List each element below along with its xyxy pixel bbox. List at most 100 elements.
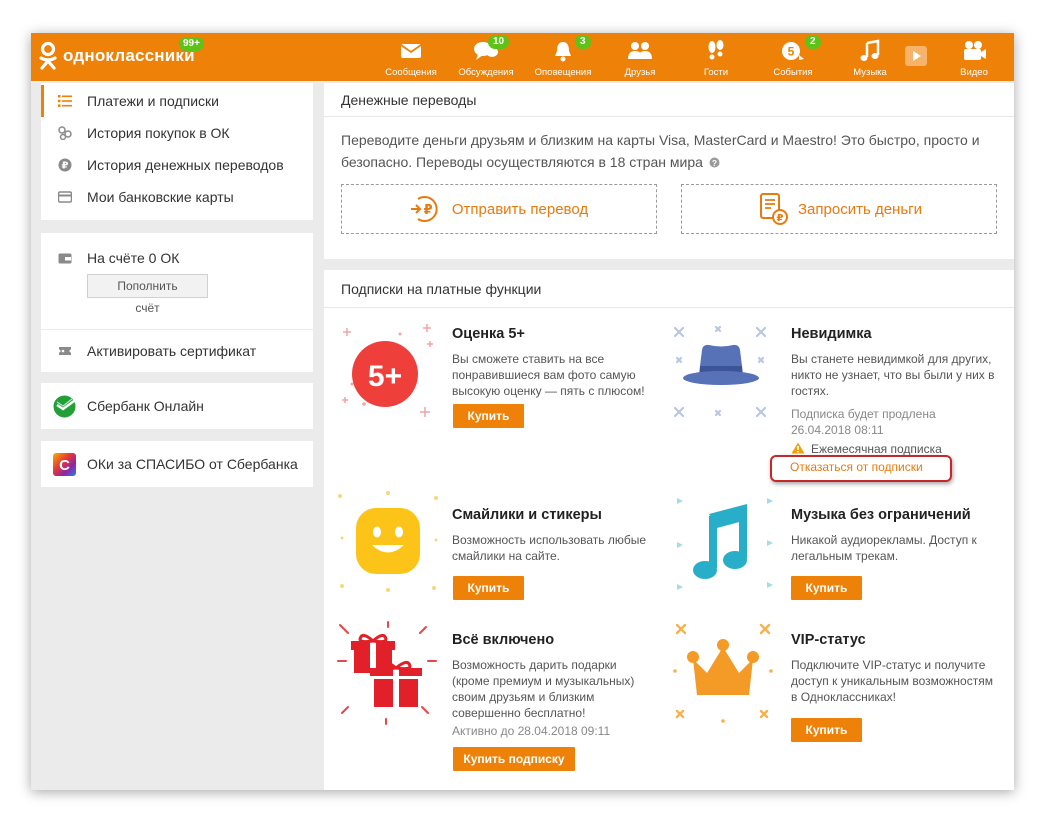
smiley-sticker-icon (336, 490, 440, 594)
nav-label: Видео (934, 67, 1014, 78)
subscriptions-title: Подписки на платные функции (324, 270, 1014, 308)
feature-smiles: Смайлики и стикеры Возможность использов… (324, 488, 669, 613)
sberbank-online[interactable]: Сбербанк Онлайн (41, 390, 313, 422)
notification-badge: 3 (575, 35, 591, 49)
logo[interactable]: одноклассники 99+ (37, 41, 195, 71)
music-note-icon (673, 490, 777, 594)
svg-text:₽: ₽ (423, 203, 432, 218)
svg-text:5: 5 (788, 45, 795, 59)
video-camera-icon (960, 39, 988, 63)
app-window: одноклассники 99+ Сообщения 10 Об (31, 33, 1014, 790)
crown-icon (671, 621, 775, 725)
active-until: Активно до 28.04.2018 09:11 (452, 723, 610, 739)
ruble-circle-icon: ₽ (58, 158, 72, 172)
events-icon: 5 (779, 39, 807, 63)
feature-title: Музыка без ограничений (791, 507, 971, 523)
send-transfer-button[interactable]: ₽ Отправить перевод (341, 184, 657, 234)
feature-all-inclusive: Всё включено Возможность дарить подарки … (324, 613, 669, 790)
sidebar-item-label: Активировать сертификат (87, 343, 256, 359)
request-money-button[interactable]: ₽ Запросить деньги (681, 184, 997, 234)
buy-vip-button[interactable]: Купить (791, 718, 862, 742)
buy-music-button[interactable]: Купить (791, 576, 862, 600)
svg-text:₽: ₽ (777, 213, 784, 224)
subscriptions-card: Подписки на платные функции 5+ Оценка 5+… (324, 270, 1014, 790)
five-plus-icon: 5+ (338, 322, 438, 422)
brand-badge: 99+ (179, 37, 204, 51)
nav-label: Сообщения (371, 67, 451, 78)
sidebar-item-label: История денежных переводов (87, 157, 284, 173)
warning-icon (791, 442, 805, 454)
video-play-icon[interactable] (903, 44, 929, 68)
sidebar-item-label: История покупок в ОК (87, 125, 230, 141)
feature-five-plus: 5+ Оценка 5+ Вы сможете ставить на все п… (324, 308, 669, 488)
topup-button[interactable]: Пополнить счёт (87, 274, 208, 298)
sidebar-item-transfer-history[interactable]: ₽ История денежных переводов (41, 149, 313, 181)
friends-icon (626, 39, 654, 63)
credit-card-icon (58, 190, 72, 204)
envelope-icon (397, 39, 425, 63)
feature-description: Возможность дарить подарки (кроме премиу… (452, 657, 652, 721)
nav-label: Друзья (600, 67, 680, 78)
svg-text:?: ? (712, 158, 717, 168)
nav-messages[interactable]: Сообщения (381, 33, 441, 81)
notification-badge: 2 (805, 35, 821, 49)
wallet-icon (58, 251, 72, 265)
balance-card: На счёте 0 ОК Пополнить счёт (41, 233, 313, 329)
nav-label: Музыка (830, 67, 910, 78)
gifts-icon (336, 621, 440, 725)
sidebar-item-purchase-history[interactable]: История покупок в ОК (41, 117, 313, 149)
buy-all-inclusive-button[interactable]: Купить подписку (453, 747, 575, 771)
feature-invisible: Невидимка Вы станете невидимкой для друг… (669, 308, 1014, 488)
spasibo-bonus[interactable]: C ОКи за СПАСИБО от Сбербанка (41, 448, 313, 480)
nav-label: Обсуждения (446, 67, 526, 78)
feature-title: Невидимка (791, 326, 872, 342)
five-plus-label: 5+ (368, 360, 402, 393)
nav-events[interactable]: 5 2 События (763, 33, 823, 81)
buy-five-plus-button[interactable]: Купить (453, 404, 524, 428)
nav-music[interactable]: Музыка (840, 33, 900, 81)
feature-description: Подключите VIP-статус и получите доступ … (791, 657, 1001, 705)
feature-title: VIP-статус (791, 632, 866, 648)
ok-logo-icon (37, 41, 59, 71)
sberbank-logo-icon (52, 394, 77, 419)
request-money-icon: ₽ (756, 192, 790, 226)
nav-label: Гости (676, 67, 756, 78)
nav-friends[interactable]: Друзья (610, 33, 670, 81)
ticket-icon (58, 344, 72, 358)
notification-badge: 10 (488, 35, 509, 49)
spasibo-card: C ОКи за СПАСИБО от Сбербанка (41, 441, 313, 487)
cancel-subscription-link[interactable]: Отказаться от подписки (790, 460, 923, 474)
feature-title: Всё включено (452, 632, 554, 648)
sidebar-menu: Платежи и подписки История покупок в ОК … (41, 83, 313, 220)
list-icon (58, 94, 72, 108)
renewal-info: Подписка будет продлена 26.04.2018 08:11 (791, 406, 971, 438)
topup-wrap: Пополнить счёт (87, 274, 208, 315)
sidebar-item-label: ОКи за СПАСИБО от Сбербанка (87, 456, 298, 472)
transfers-description: Переводите деньги друзьям и близким на к… (341, 129, 1001, 173)
feature-title: Оценка 5+ (452, 326, 525, 342)
invisible-hat-icon (669, 322, 779, 422)
request-money-label: Запросить деньги (798, 201, 922, 218)
top-navbar: одноклассники 99+ Сообщения 10 Об (31, 33, 1014, 81)
nav-video[interactable]: Видео (944, 33, 1004, 81)
send-money-icon: ₽ (410, 194, 444, 224)
brand-name: одноклассники (63, 46, 195, 66)
buy-smiles-button[interactable]: Купить (453, 576, 524, 600)
feature-title: Смайлики и стикеры (452, 507, 602, 523)
sidebar-item-label: Сбербанк Онлайн (87, 398, 204, 414)
sidebar-item-payments[interactable]: Платежи и подписки (41, 85, 313, 117)
nav-discussions[interactable]: 10 Обсуждения (456, 33, 516, 81)
transfers-title: Денежные переводы (324, 83, 1014, 117)
transfers-text: Переводите деньги друзьям и близким на к… (341, 132, 980, 170)
feature-vip: VIP-статус Подключите VIP-статус и получ… (669, 613, 1014, 790)
footprints-icon (702, 39, 730, 63)
nav-guests[interactable]: Гости (686, 33, 746, 81)
feature-description: Возможность использовать любые смайлики … (452, 532, 657, 564)
coins-icon (58, 126, 72, 140)
nav-notifications[interactable]: 3 Оповещения (533, 33, 593, 81)
bell-icon (549, 39, 577, 63)
help-icon[interactable]: ? (709, 157, 720, 168)
activate-certificate[interactable]: Активировать сертификат (41, 335, 313, 367)
sidebar-item-bank-cards[interactable]: Мои банковские карты (41, 181, 313, 213)
sberbank-card: Сбербанк Онлайн (41, 383, 313, 429)
